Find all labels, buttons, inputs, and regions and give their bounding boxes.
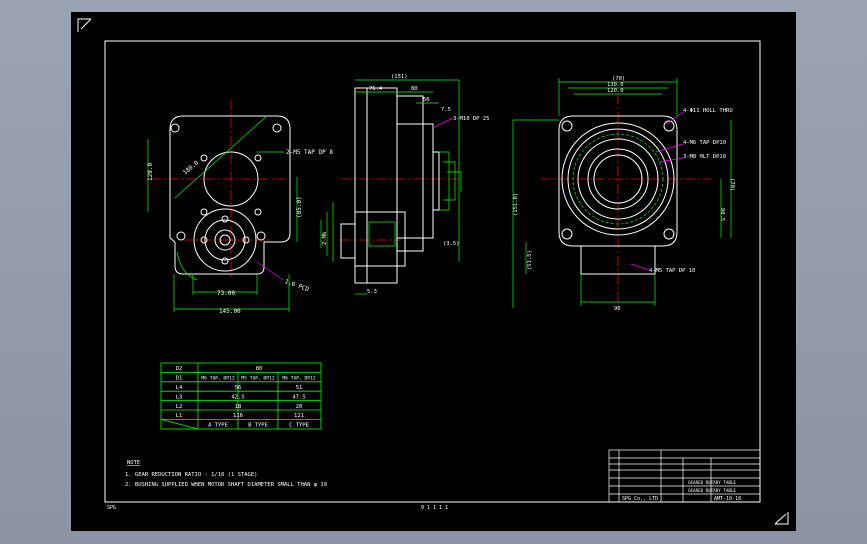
left-view-hole-2 bbox=[254, 154, 262, 162]
mid-dim-f-label: 2-M6 bbox=[322, 232, 328, 245]
left-view-hole-tr bbox=[272, 123, 282, 133]
mid-dim-h-label: 5.3 bbox=[367, 289, 377, 295]
cad-drawing: 2-M5 TAP DP 8 180.0 120.0 (85.0) 73.00 1… bbox=[77, 18, 789, 525]
title-block bbox=[608, 449, 761, 503]
right-note-4: 4-M5 TAP DP 10 bbox=[649, 268, 695, 274]
mid-view-flange bbox=[422, 123, 434, 239]
mid-dim-ladder bbox=[439, 151, 462, 211]
table-cell-0-0: D2 bbox=[176, 366, 183, 372]
right-view-hole-bl bbox=[561, 228, 573, 240]
mid-view-leader bbox=[432, 117, 454, 129]
table-cell-1-2: M5 TAP, DP12 bbox=[241, 376, 274, 382]
mid-dim-d-label: 7.5 bbox=[441, 107, 451, 113]
left-dim-pcd-arc bbox=[176, 251, 198, 281]
table-cell-2-0: L4 bbox=[176, 385, 183, 391]
table-cell-1-3: M6 TAP, DP12 bbox=[282, 376, 315, 382]
left-dim-left-label: 120.0 bbox=[147, 163, 154, 181]
notes-line-1: 1. GEAR REDUCTION RATIO : 1/10 (1 STAGE) bbox=[125, 472, 257, 478]
table-cell-5-1: 116 bbox=[233, 413, 243, 419]
mid-dim-g-label: (3.5) bbox=[443, 241, 460, 247]
table-cell-4-1: 18 bbox=[235, 404, 242, 410]
footer-center: 0 1 1 1 1 bbox=[421, 505, 448, 511]
left-view-hole-br bbox=[256, 231, 266, 241]
mid-dim-slot bbox=[368, 221, 396, 247]
table-cell-0-1: 80 bbox=[256, 366, 263, 372]
right-note-1: 4-Φ11 HOLL THRU bbox=[683, 108, 733, 114]
right-view: (70) 130.0 120.0 4-Φ11 HOLL THRU 4-M6 TA… bbox=[512, 76, 735, 312]
table-cell-2-3: 51 bbox=[296, 385, 303, 391]
left-view-flange-outline bbox=[169, 115, 291, 275]
left-dim-bottom1-label: 73.00 bbox=[217, 290, 235, 297]
mid-view-shaft bbox=[432, 151, 440, 211]
mid-view-output-shaft bbox=[340, 223, 356, 259]
table-corner-diag bbox=[160, 419, 199, 430]
left-view-hole-3 bbox=[200, 208, 208, 216]
corner-mark-br bbox=[774, 512, 789, 525]
left-view-leader bbox=[256, 261, 284, 281]
corner-mark-tl bbox=[77, 18, 92, 32]
left-dim-callout-label: 1.6 PCD bbox=[284, 278, 311, 293]
table-cell-3-0: L3 bbox=[176, 394, 183, 400]
table-cell-4-0: L2 bbox=[176, 404, 183, 410]
table-cell-3-1: 42.5 bbox=[231, 394, 244, 400]
notes-line-2: 2. BUSHING SUPPLIED WHEN MOTOR SHAFT DIA… bbox=[125, 482, 327, 488]
table-cell-5-0: L1 bbox=[176, 413, 183, 419]
title-block-name-1: GEARED ROTARY TABLE bbox=[688, 480, 736, 485]
left-dim-bottom2-label: 145.00 bbox=[219, 308, 241, 315]
title-block-drawing-no: AMT-10-10 bbox=[714, 496, 741, 502]
table-cell-3-3: 47.5 bbox=[292, 394, 305, 400]
left-view-pin-4 bbox=[221, 257, 229, 265]
mid-dim-overall-label: (151) bbox=[391, 74, 408, 80]
right-dim-right1-label: (70) bbox=[729, 178, 735, 191]
left-view-hole-tl bbox=[170, 123, 180, 133]
left-view-pin-3 bbox=[221, 215, 229, 223]
left-dim-diag-label: 180.0 bbox=[182, 159, 201, 176]
table-cell-4-3: 20 bbox=[296, 404, 303, 410]
title-block-name-2: GEARED ROTARY TABLE bbox=[688, 488, 736, 493]
right-view-hole-tl bbox=[561, 120, 573, 132]
left-view-hole-1 bbox=[200, 154, 208, 162]
left-dim-diag bbox=[174, 115, 268, 199]
table-cell-5-3: 121 bbox=[294, 413, 304, 419]
right-dim-bottom-label: 90 bbox=[614, 306, 621, 312]
footer-left: SPG bbox=[107, 505, 116, 511]
middle-view: (151) 76.4 80 50 7.5 3-M10 DP 25 2-M6 (3… bbox=[320, 74, 489, 295]
table-cell-1-1: M6 TAP, DP12 bbox=[201, 376, 234, 382]
mid-dim-c-label: 50 bbox=[423, 97, 430, 103]
mid-dim-e-label: 3-M10 DP 25 bbox=[453, 116, 489, 122]
title-block-company: SPG Co., LTD bbox=[622, 496, 658, 502]
right-view-hole-br bbox=[663, 228, 675, 240]
table-cell-6-2: B TYPE bbox=[248, 423, 268, 429]
table-cell-6-1: A TYPE bbox=[208, 423, 228, 429]
right-leader-2 bbox=[655, 143, 684, 153]
right-dim-left2-label: (51.5) bbox=[527, 250, 533, 270]
table-cell-6-3: C TYPE bbox=[289, 423, 309, 429]
drawing-sheet: 2-M5 TAP DP 8 180.0 120.0 (85.0) 73.00 1… bbox=[71, 12, 796, 531]
right-note-2: 4-M6 TAP DP10 bbox=[683, 140, 726, 146]
left-view: 2-M5 TAP DP 8 180.0 120.0 (85.0) 73.00 1… bbox=[147, 100, 333, 315]
right-dim-top3-label: 120.0 bbox=[607, 88, 624, 94]
mid-dim-b-label: 80 bbox=[411, 86, 418, 92]
right-note-3: 3-M8 HLT DP10 bbox=[683, 154, 726, 160]
notes-heading: NOTE bbox=[127, 460, 140, 466]
left-dim-right-label: (85.0) bbox=[296, 196, 303, 218]
table-cell-1-0: D1 bbox=[176, 376, 183, 382]
left-view-hole-4 bbox=[254, 208, 262, 216]
left-dim-top-label: 2-M5 TAP DP 8 bbox=[286, 149, 333, 156]
right-dim-left1-label: (151.0) bbox=[513, 193, 519, 216]
mid-dim-a-label: 76.4 bbox=[369, 86, 383, 92]
mid-view-body bbox=[396, 95, 424, 252]
left-view-hole-bl bbox=[176, 231, 186, 241]
right-dim-right2-label: 80.5 bbox=[719, 208, 725, 221]
right-leader-4 bbox=[630, 263, 650, 271]
notes: NOTE 1. GEAR REDUCTION RATIO : 1/10 (1 S… bbox=[125, 460, 327, 488]
table-cell-2-1: 56 bbox=[235, 385, 242, 391]
mid-view-housing bbox=[354, 87, 398, 284]
